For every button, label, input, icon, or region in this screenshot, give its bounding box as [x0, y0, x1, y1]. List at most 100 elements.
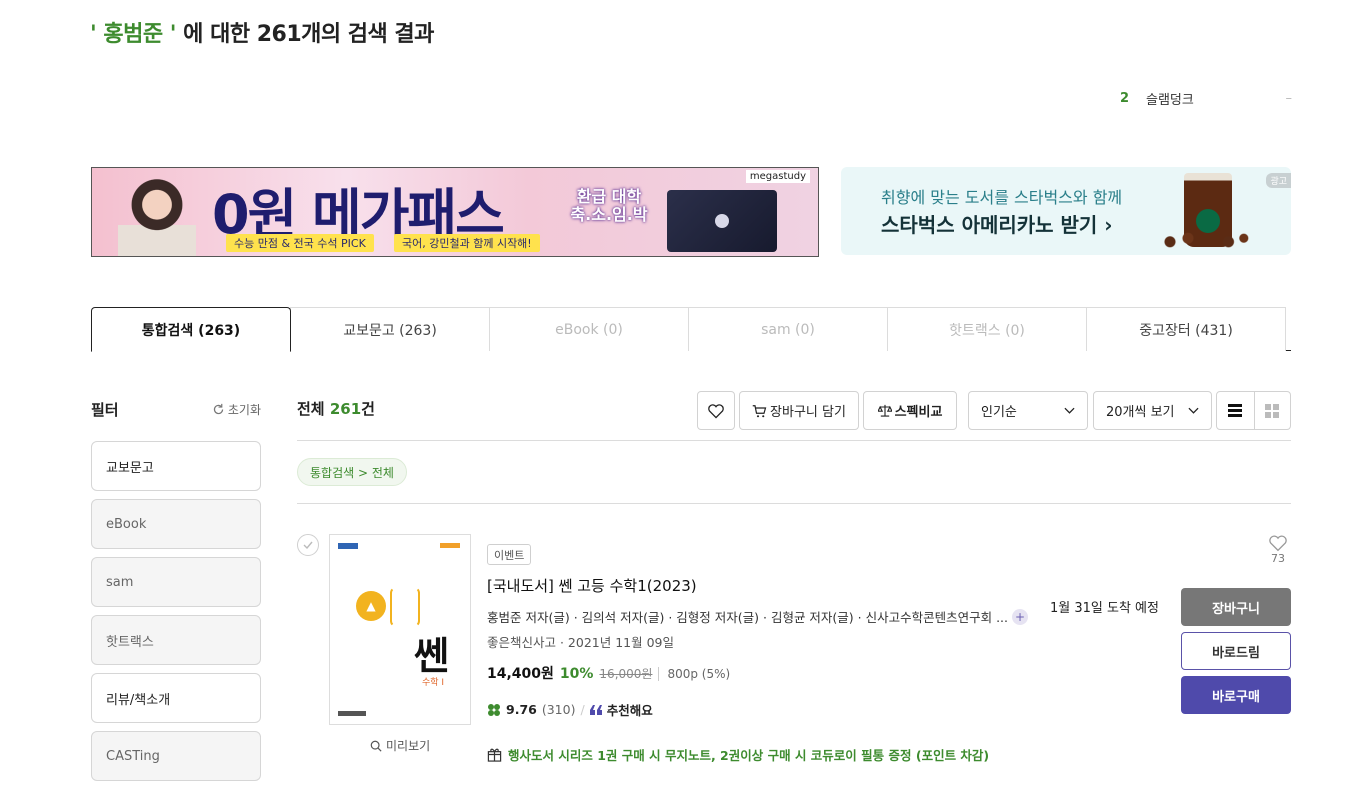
- chevron-down-icon: [1064, 407, 1075, 414]
- scale-icon: [877, 404, 892, 417]
- banner-brand: megastudy: [745, 170, 810, 183]
- cover-subtitle: 수학 I: [422, 678, 445, 688]
- banner-video-thumb: [667, 190, 777, 252]
- starbucks-ad-banner[interactable]: 취향에 맞는 도서를 스타벅스와 함께 스타벅스 아메리카노 받기 › 광고: [841, 167, 1291, 255]
- recommend-label: 추천해요: [606, 703, 653, 718]
- ad-label: 광고: [1266, 173, 1291, 188]
- popular-rank-number: 2: [1120, 90, 1130, 106]
- tab-integrated[interactable]: 통합검색 (263): [91, 307, 291, 352]
- cover-emblem: ▲: [356, 591, 386, 621]
- result-total: 전체 261건: [297, 398, 375, 419]
- more-authors-button[interactable]: +: [1011, 608, 1028, 625]
- divider: [297, 440, 1291, 441]
- result-total-count: 261: [329, 400, 362, 418]
- filter-ebook[interactable]: eBook: [91, 499, 261, 549]
- select-item-checkbox[interactable]: [297, 534, 319, 556]
- add-to-cart-button[interactable]: 장바구니: [1181, 588, 1291, 626]
- gift-icon: [487, 748, 502, 762]
- rating-score: 9.76: [506, 702, 537, 717]
- starbucks-logo: [1196, 209, 1220, 233]
- view-mode-toggle: [1216, 391, 1291, 430]
- clover-icon: [488, 703, 500, 716]
- filter-reset-button[interactable]: 초기화: [212, 401, 261, 418]
- discount-rate: 10%: [559, 666, 594, 682]
- popular-keyword[interactable]: 슬램덩크: [1146, 89, 1286, 108]
- search-result-summary: 에 대한 261개의 검색 결과: [176, 22, 434, 47]
- tab-hottracks[interactable]: 핫트랙스 (0): [887, 307, 1087, 351]
- product-authors: 홍범준 저자(글) · 김의석 저자(글) · 김형정 저자(글) · 김형균 …: [487, 607, 1028, 626]
- page-size-select[interactable]: 20개씩 보기: [1093, 391, 1212, 430]
- divider: [297, 503, 1291, 504]
- megastudy-ad-banner[interactable]: 0원 메가패스 수능 만점 & 전국 수석 PICK 국어, 강민철과 함께 시…: [91, 167, 819, 257]
- cover-publisher-mark: [338, 543, 358, 549]
- add-to-cart-all-button[interactable]: 장바구니 담기: [739, 391, 859, 430]
- cart-icon: [752, 404, 767, 417]
- sort-select[interactable]: 인기순: [968, 391, 1088, 430]
- price-info: 14,400원 10% 16,000원 800p (5%): [487, 663, 730, 683]
- publisher-date: 좋은책신사고 · 2021년 11월 09일: [487, 635, 674, 650]
- baro-dream-button[interactable]: 바로드림: [1181, 632, 1291, 670]
- play-icon: [715, 214, 729, 228]
- sort-value: 인기순: [981, 405, 1017, 420]
- filter-review[interactable]: 리뷰/책소개: [91, 673, 261, 723]
- event-badge: 이벤트: [487, 544, 532, 565]
- popular-keyword-ticker[interactable]: 2 슬램덩크 –: [1120, 88, 1292, 108]
- banner-pill: 국어, 강민철과 함께 시작해!: [394, 234, 540, 252]
- original-price: 16,000원: [599, 667, 653, 681]
- filter-casting[interactable]: CASTing: [91, 731, 261, 781]
- search-keyword: ' 홍범준 ': [90, 22, 177, 47]
- heart-icon: [1269, 535, 1287, 552]
- cover-publisher-logo: [338, 711, 366, 716]
- wishlist-all-button[interactable]: [697, 391, 735, 430]
- cover-label: [440, 543, 460, 548]
- sale-price: 14,400원: [487, 666, 554, 682]
- like-count: 73: [1271, 552, 1285, 565]
- product-title[interactable]: [국내도서] 쎈 고등 수학1(2023): [487, 575, 697, 596]
- quote-icon: [589, 704, 602, 715]
- coffee-beans-image: [1161, 231, 1251, 249]
- banner-pill: 수능 만점 & 전국 수석 PICK: [226, 234, 374, 252]
- tab-sam[interactable]: sam (0): [688, 307, 888, 351]
- filter-hottracks[interactable]: 핫트랙스: [91, 615, 261, 665]
- search-result-title: ' 홍범준 ' 에 대한 261개의 검색 결과: [90, 16, 434, 48]
- spec-compare-button[interactable]: 스펙비교: [863, 391, 957, 430]
- list-view-button[interactable]: [1217, 392, 1254, 429]
- authors-text[interactable]: 홍범준 저자(글) · 김의석 저자(글) · 김형정 저자(글) · 김형균 …: [487, 607, 1008, 626]
- filter-title: 필터: [91, 400, 119, 419]
- buy-now-button[interactable]: 바로구매: [1181, 676, 1291, 714]
- tab-ebook[interactable]: eBook (0): [489, 307, 689, 351]
- refresh-icon: [213, 403, 224, 414]
- banner-subtitle: 취향에 맞는 도서를 스타벅스와 함께: [881, 188, 1123, 207]
- check-icon: [303, 541, 313, 549]
- result-total-prefix: 전체: [297, 400, 330, 418]
- list-icon: [1228, 404, 1243, 417]
- rating-count: (310): [541, 702, 576, 717]
- search-icon: [370, 740, 382, 752]
- cart-all-label: 장바구니 담기: [770, 405, 846, 420]
- chevron-down-icon: [1188, 407, 1199, 414]
- filter-kyobo[interactable]: 교보문고: [91, 441, 261, 491]
- grid-view-button[interactable]: [1253, 392, 1291, 429]
- page-size-value: 20개씩 보기: [1106, 405, 1175, 420]
- book-cover[interactable]: ▲ 쎈 수학 I: [329, 534, 471, 725]
- filter-reset-label: 초기화: [227, 402, 261, 417]
- breadcrumb[interactable]: 통합검색 > 전체: [297, 458, 407, 486]
- search-scope-tabs: 통합검색 (263) 교보문고 (263) eBook (0) sam (0) …: [91, 307, 1291, 352]
- rank-trend: –: [1285, 90, 1293, 106]
- delivery-estimate: 1월 31일 도착 예정: [1050, 601, 1159, 616]
- banner-title: 스타벅스 아메리카노 받기 ›: [881, 213, 1113, 237]
- cover-bracket: [390, 587, 420, 627]
- filter-header: 필터 초기화: [91, 398, 261, 420]
- model-photo: [118, 176, 196, 256]
- event-promo[interactable]: 행사도서 시리즈 1권 구매 시 무지노트, 2권이상 구매 시 코듀로이 필통…: [487, 745, 989, 764]
- like-button[interactable]: 73: [1265, 534, 1291, 565]
- promo-text: 행사도서 시리즈 1권 구매 시 무지노트, 2권이상 구매 시 코듀로이 필통…: [508, 748, 990, 763]
- filter-sam[interactable]: sam: [91, 557, 261, 607]
- tab-used-market[interactable]: 중고장터 (431): [1086, 307, 1286, 351]
- heart-icon: [708, 403, 724, 418]
- preview-button[interactable]: 미리보기: [370, 737, 430, 754]
- reward-points: 800p (5%): [658, 667, 730, 681]
- tab-kyobo[interactable]: 교보문고 (263): [290, 307, 490, 351]
- rating-divider: /: [580, 702, 585, 717]
- result-total-suffix: 건: [361, 400, 375, 418]
